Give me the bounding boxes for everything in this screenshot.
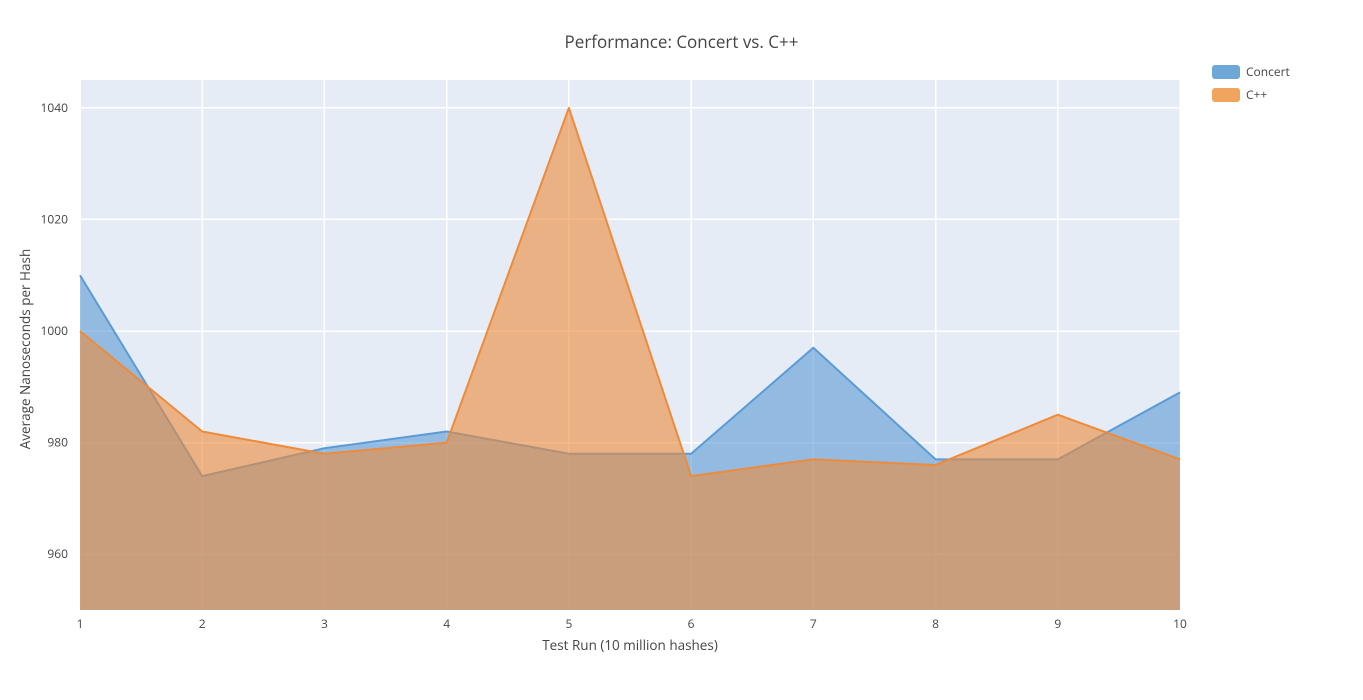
series-area-c[interactable] xyxy=(80,108,1180,610)
svg-text:9: 9 xyxy=(1054,615,1061,632)
x-axis-label: Test Run (10 million hashes) xyxy=(80,636,1180,654)
legend-swatch-cpp xyxy=(1212,88,1240,102)
svg-text:7: 7 xyxy=(810,615,817,632)
svg-text:1000: 1000 xyxy=(41,322,69,339)
svg-text:1040: 1040 xyxy=(41,99,69,116)
svg-text:10: 10 xyxy=(1173,615,1187,632)
legend-swatch-concert xyxy=(1212,65,1240,79)
svg-text:960: 960 xyxy=(47,545,68,562)
svg-text:3: 3 xyxy=(321,615,328,632)
series-group xyxy=(80,108,1180,610)
legend-item-concert[interactable]: Concert xyxy=(1210,62,1292,81)
legend-label-concert: Concert xyxy=(1246,63,1290,80)
legend-item-cpp[interactable]: C++ xyxy=(1210,85,1292,104)
y-tick-labels: 960 980 1000 1020 1040 xyxy=(41,99,69,562)
x-tick-labels: 1 2 3 4 5 6 7 8 9 10 xyxy=(77,615,1187,632)
svg-text:1: 1 xyxy=(77,615,84,632)
svg-text:2: 2 xyxy=(199,615,206,632)
chart-title: Performance: Concert vs. C++ xyxy=(0,30,1363,53)
svg-text:980: 980 xyxy=(47,434,68,451)
legend: Concert C++ xyxy=(1210,62,1292,108)
svg-text:4: 4 xyxy=(443,615,450,632)
svg-text:1020: 1020 xyxy=(41,210,69,227)
svg-text:5: 5 xyxy=(565,615,572,632)
svg-text:6: 6 xyxy=(688,615,695,632)
svg-text:8: 8 xyxy=(932,615,939,632)
legend-label-cpp: C++ xyxy=(1246,86,1267,103)
chart-container: Performance: Concert vs. C++ 12345678910… xyxy=(0,0,1363,700)
plot-area[interactable]: 12345678910 960980100010201040 xyxy=(80,80,1180,610)
y-axis-label: Average Nanoseconds per Hash xyxy=(16,84,34,614)
